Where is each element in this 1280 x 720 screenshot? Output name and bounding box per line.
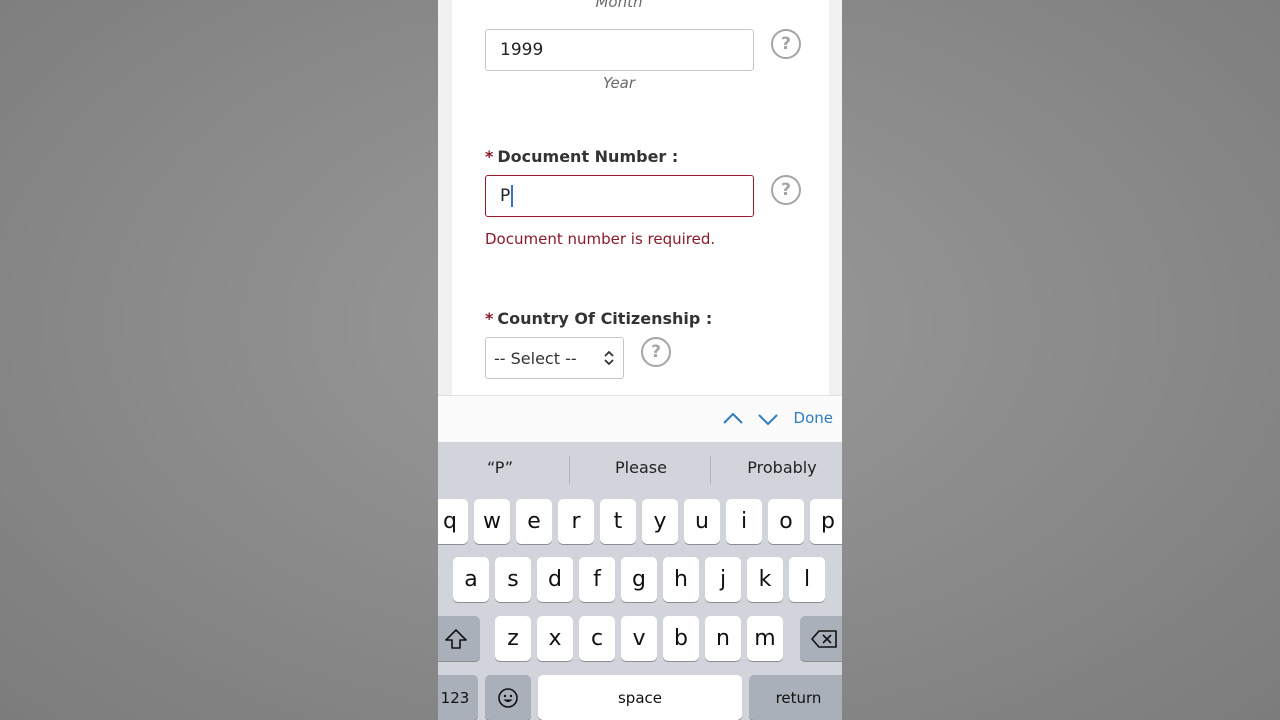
text-caret — [511, 185, 514, 207]
year-help-icon[interactable]: ? — [771, 29, 801, 59]
suggestion-divider — [710, 456, 711, 484]
month-caption: Month — [595, 0, 643, 11]
year-input[interactable]: 1999 — [485, 29, 754, 71]
country-label: * Country Of Citizenship : — [485, 309, 713, 328]
key-a[interactable]: a — [453, 557, 489, 602]
key-v[interactable]: v — [621, 616, 657, 661]
keyboard-toolbar: Done — [438, 395, 842, 443]
key-m[interactable]: m — [747, 616, 783, 661]
key-g[interactable]: g — [621, 557, 657, 602]
document-number-error: Document number is required. — [485, 230, 716, 248]
year-caption: Year — [602, 74, 636, 92]
suggestion-item[interactable]: Please — [576, 458, 706, 477]
key-u[interactable]: u — [684, 499, 720, 544]
key-x[interactable]: x — [537, 616, 573, 661]
key-h[interactable]: h — [663, 557, 699, 602]
shift-key[interactable] — [438, 616, 480, 661]
year-value: 1999 — [500, 40, 544, 60]
required-asterisk: * — [485, 309, 494, 328]
key-r[interactable]: r — [558, 499, 594, 544]
document-number-help-icon[interactable]: ? — [771, 175, 801, 205]
key-b[interactable]: b — [663, 616, 699, 661]
key-i[interactable]: i — [726, 499, 762, 544]
country-select[interactable]: -- Select -- — [485, 337, 624, 379]
suggestion-divider — [569, 456, 570, 484]
key-y[interactable]: y — [642, 499, 678, 544]
key-f[interactable]: f — [579, 557, 615, 602]
keyboard: “P” Please Probably q w e r t y u i o p … — [438, 442, 842, 720]
key-d[interactable]: d — [537, 557, 573, 602]
country-select-value: -- Select -- — [494, 348, 577, 368]
key-o[interactable]: o — [768, 499, 804, 544]
key-q[interactable]: q — [438, 499, 468, 544]
space-key[interactable]: space — [538, 675, 742, 720]
key-p[interactable]: p — [810, 499, 842, 544]
suggestion-bar: “P” Please Probably — [438, 442, 842, 498]
backspace-icon — [811, 629, 837, 648]
emoji-icon — [498, 687, 518, 708]
return-key[interactable]: return — [749, 675, 842, 720]
done-button[interactable]: Done — [794, 409, 833, 427]
key-j[interactable]: j — [705, 557, 741, 602]
key-c[interactable]: c — [579, 616, 615, 661]
emoji-key[interactable] — [485, 675, 531, 720]
select-arrows-icon — [604, 350, 614, 366]
shift-icon — [445, 628, 467, 649]
chevron-down-icon[interactable] — [755, 406, 781, 432]
document-number-label: * Document Number : — [485, 147, 679, 166]
suggestion-item[interactable]: “P” — [438, 458, 565, 477]
key-e[interactable]: e — [516, 499, 552, 544]
key-t[interactable]: t — [600, 499, 636, 544]
country-help-icon[interactable]: ? — [641, 337, 671, 367]
key-z[interactable]: z — [495, 616, 531, 661]
suggestion-item[interactable]: Probably — [717, 458, 842, 477]
key-s[interactable]: s — [495, 557, 531, 602]
required-asterisk: * — [485, 147, 494, 166]
numbers-key[interactable]: 123 — [438, 675, 478, 720]
document-number-value: P — [500, 186, 511, 206]
key-k[interactable]: k — [747, 557, 783, 602]
delete-key[interactable] — [800, 616, 842, 661]
key-l[interactable]: l — [789, 557, 825, 602]
key-w[interactable]: w — [474, 499, 510, 544]
document-number-input[interactable]: P — [485, 175, 754, 217]
chevron-up-icon[interactable] — [720, 406, 746, 432]
key-n[interactable]: n — [705, 616, 741, 661]
phone-screen: Month 1999 ? Year * Document Number : P ?… — [438, 0, 842, 720]
